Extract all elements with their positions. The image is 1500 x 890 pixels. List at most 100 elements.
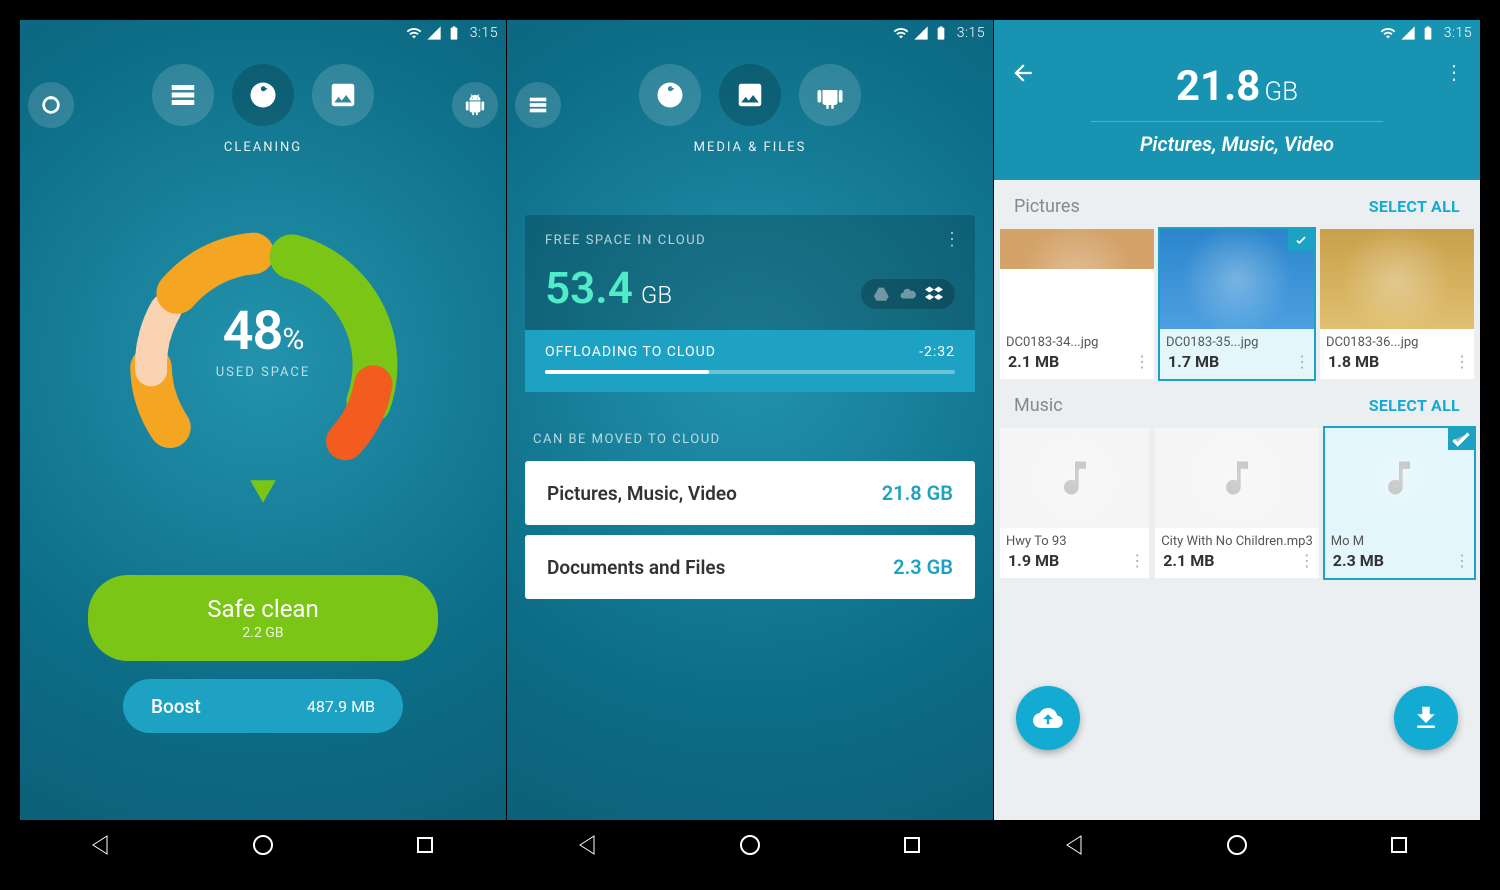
file-size: 2.3 MB (1333, 551, 1384, 570)
cloud-free-unit: GB (641, 281, 672, 309)
music-item[interactable]: Mo M 2.3 MB⋮ (1325, 428, 1474, 578)
cloud-free-value: 53.4 (545, 262, 633, 314)
safe-clean-amount: 2.2 GB (242, 625, 283, 641)
nav-category-media[interactable] (719, 64, 781, 126)
music-item[interactable]: City With No Children.mp3 2.1 MB⋮ (1155, 428, 1319, 578)
app-icon (40, 94, 62, 116)
item-more-button[interactable]: ⋮ (1454, 551, 1470, 570)
progress-fill (545, 370, 709, 374)
movable-card-documents[interactable]: Documents and Files 2.3 GB (525, 535, 975, 599)
music-note-icon (1377, 456, 1421, 500)
nav-home-icon[interactable] (1225, 833, 1249, 857)
battery-icon (933, 25, 949, 41)
nav-category-left[interactable] (28, 82, 74, 128)
back-button[interactable] (1010, 60, 1036, 90)
check-icon (1448, 428, 1474, 450)
offload-label: OFFLOADING TO CLOUD (545, 344, 716, 360)
movable-card-pictures[interactable]: Pictures, Music, Video 21.8 GB (525, 461, 975, 525)
boost-amount: 487.9 MB (307, 697, 375, 716)
music-select-all-button[interactable]: SELECT ALL (1369, 396, 1460, 415)
used-label: USED SPACE (20, 365, 506, 380)
delete-fab[interactable] (1394, 686, 1458, 750)
section-label: CLEANING (20, 140, 506, 155)
status-bar: 3:15 (994, 20, 1480, 46)
wifi-icon (893, 25, 909, 41)
android-nav-bar (20, 820, 506, 870)
item-more-button[interactable]: ⋮ (1134, 352, 1150, 371)
nav-recent-icon[interactable] (900, 833, 924, 857)
used-percent: 48% (20, 300, 506, 363)
nav-recent-icon[interactable] (413, 833, 437, 857)
download-icon (1411, 703, 1441, 733)
status-time: 3:15 (1444, 25, 1472, 41)
cloud-free-space-card: FREE SPACE IN CLOUD ⋮ 53.4 GB OFFLOADING… (525, 215, 975, 392)
status-time: 3:15 (957, 25, 985, 41)
picture-thumbnail (1320, 229, 1474, 329)
item-more-button[interactable]: ⋮ (1299, 551, 1315, 570)
onedrive-icon (899, 285, 917, 303)
movable-card-value: 2.3 GB (893, 555, 953, 579)
dropbox-icon (925, 285, 943, 303)
file-name: Hwy To 93 (1000, 528, 1149, 549)
item-more-button[interactable]: ⋮ (1129, 551, 1145, 570)
progress-track (545, 370, 955, 374)
pictures-select-all-button[interactable]: SELECT ALL (1369, 197, 1460, 216)
status-bar: 3:15 (20, 20, 506, 46)
file-name: DC0183-36...jpg (1320, 329, 1474, 350)
picture-item[interactable]: DC0183-36...jpg 1.8 MB ⋮ (1320, 229, 1474, 379)
nav-category-cleaning[interactable] (232, 64, 294, 126)
file-size: 1.7 MB (1168, 352, 1219, 371)
safe-clean-button[interactable]: Safe clean 2.2 GB (88, 575, 438, 661)
offload-progress: OFFLOADING TO CLOUD -2:32 (525, 330, 975, 392)
overflow-menu-button[interactable]: ⋮ (1444, 60, 1464, 84)
cloud-card-more-button[interactable]: ⋮ (943, 229, 961, 250)
boost-button[interactable]: Boost 487.9 MB (123, 679, 403, 733)
battery-icon (446, 25, 462, 41)
nav-category-storage[interactable] (152, 64, 214, 126)
status-time: 3:15 (470, 25, 498, 41)
safe-clean-label: Safe clean (207, 595, 318, 623)
file-size: 2.1 MB (1008, 352, 1059, 371)
cloud-card-title: FREE SPACE IN CLOUD (545, 233, 955, 248)
nav-back-icon[interactable] (576, 833, 600, 857)
cloud-upload-icon (1033, 703, 1063, 733)
arrow-left-icon (1010, 60, 1036, 86)
nav-back-icon[interactable] (89, 833, 113, 857)
nav-category-cleaning[interactable] (639, 64, 701, 126)
music-note-icon (1215, 456, 1259, 500)
android-nav-bar (507, 820, 993, 870)
item-more-button[interactable]: ⋮ (1454, 352, 1470, 371)
nav-recent-icon[interactable] (1387, 833, 1411, 857)
item-more-button[interactable]: ⋮ (1294, 352, 1310, 371)
signal-icon (1400, 25, 1416, 41)
cloud-provider-icons[interactable] (861, 279, 955, 309)
nav-back-icon[interactable] (1063, 833, 1087, 857)
wifi-icon (406, 25, 422, 41)
picture-item[interactable]: DC0183-35...jpg 1.7 MB⋮ (1160, 229, 1314, 379)
detail-size: 21.8 (1176, 62, 1260, 111)
android-icon (815, 80, 845, 110)
nav-category-storage[interactable] (515, 82, 561, 128)
file-name: DC0183-34...jpg (1000, 329, 1154, 350)
picture-thumbnail (1000, 229, 1154, 329)
music-item[interactable]: Hwy To 93 1.9 MB ⋮ (1000, 428, 1149, 578)
movable-card-label: Pictures, Music, Video (547, 482, 737, 505)
picture-icon (735, 80, 765, 110)
upload-to-cloud-fab[interactable] (1016, 686, 1080, 750)
file-size: 1.8 MB (1328, 352, 1379, 371)
swirl-icon (655, 80, 685, 110)
music-note-icon (1053, 456, 1097, 500)
nav-category-apps[interactable] (452, 82, 498, 128)
offload-time: -2:32 (919, 344, 955, 360)
nav-home-icon[interactable] (251, 833, 275, 857)
nav-category-media[interactable] (312, 64, 374, 126)
file-size: 1.9 MB (1008, 551, 1059, 570)
nav-category-apps[interactable] (799, 64, 861, 126)
storage-icon (168, 80, 198, 110)
signal-icon (426, 25, 442, 41)
section-label: MEDIA & FILES (507, 140, 993, 155)
detail-subtitle: Pictures, Music, Video (994, 132, 1480, 156)
picture-item[interactable]: DC0183-34...jpg 2.1 MB ⋮ (1000, 229, 1154, 379)
movable-card-label: Documents and Files (547, 556, 725, 579)
nav-home-icon[interactable] (738, 833, 762, 857)
